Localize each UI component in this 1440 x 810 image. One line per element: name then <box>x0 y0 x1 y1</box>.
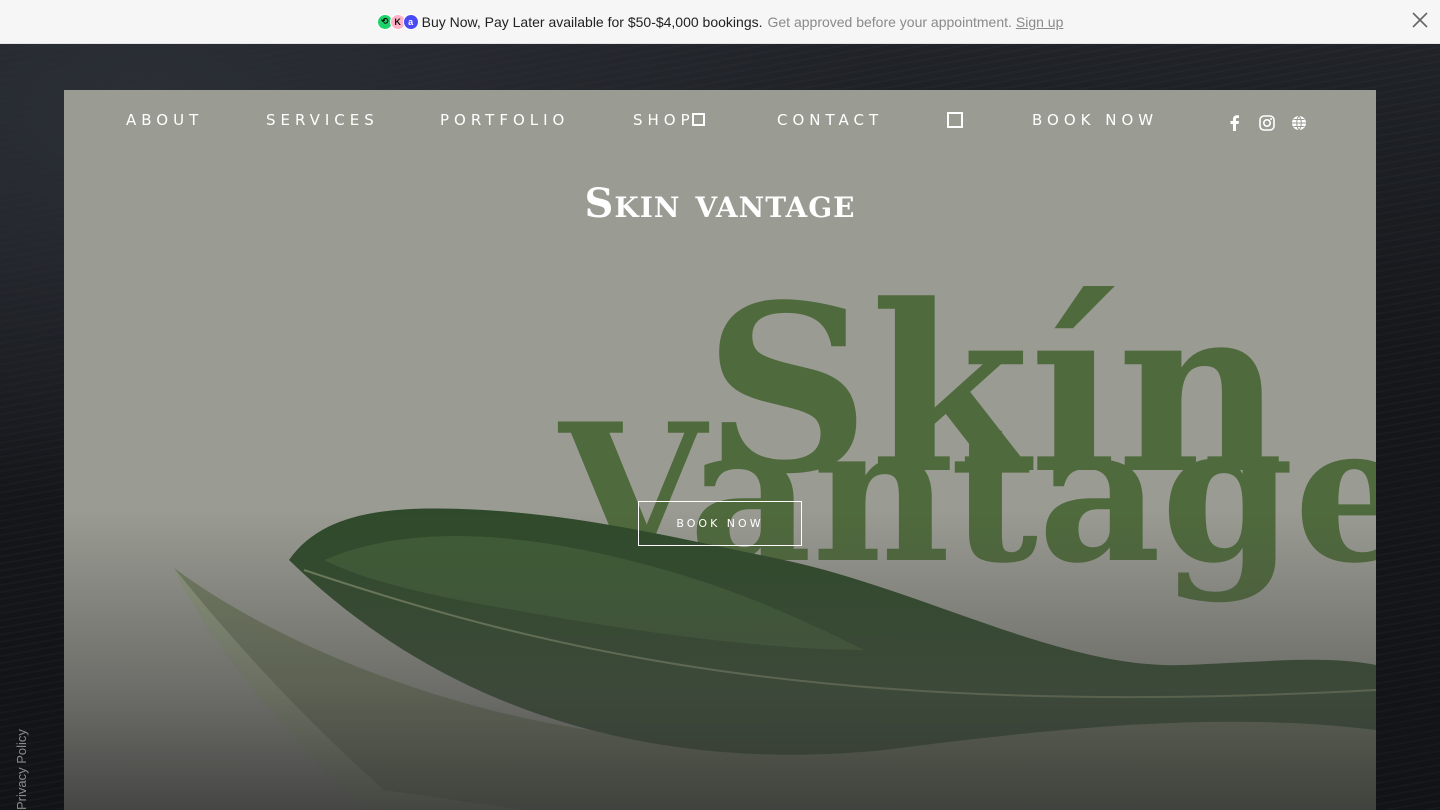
instagram-icon[interactable] <box>1258 114 1276 132</box>
title-rest: kin vantage <box>614 180 856 227</box>
hero-panel: Skín Vantage ABOUT SERVICES PORTFOLIO SH… <box>64 90 1376 810</box>
promo-bar: ⟲ K a Buy Now, Pay Later available for $… <box>0 0 1440 44</box>
hero-shade <box>64 510 1376 810</box>
globe-icon[interactable] <box>1290 114 1308 132</box>
cart-icon[interactable] <box>947 112 963 128</box>
promo-main-text: Buy Now, Pay Later available for $50-$4,… <box>421 13 763 30</box>
nav-contact[interactable]: CONTACT <box>777 111 883 129</box>
nav-portfolio[interactable]: PORTFOLIO <box>440 111 569 129</box>
page-title: Skin vantage <box>64 180 1376 227</box>
nav-shop[interactable]: SHOP <box>633 111 705 129</box>
facebook-icon[interactable] <box>1226 114 1244 132</box>
social-links <box>1226 114 1308 132</box>
nav-services[interactable]: SERVICES <box>266 111 379 129</box>
bnpl-logos: ⟲ K a <box>376 13 419 30</box>
title-initial: S <box>584 180 615 227</box>
sign-up-link[interactable]: Sign up <box>1016 14 1063 30</box>
nav-shop-label: SHOP <box>633 111 695 129</box>
nav-about[interactable]: ABOUT <box>126 111 203 129</box>
main-nav: ABOUT SERVICES PORTFOLIO SHOP CONTACT BO… <box>64 90 1376 150</box>
promo-sub-text: Get approved before your appointment. <box>767 13 1012 30</box>
affirm-logo-icon: a <box>402 13 419 30</box>
nav-book-now[interactable]: BOOK NOW <box>1032 111 1158 129</box>
shop-dropdown-icon <box>691 113 705 126</box>
book-now-button[interactable]: BOOK NOW <box>638 501 802 546</box>
close-icon[interactable] <box>1410 10 1430 30</box>
privacy-policy-link[interactable]: Privacy Policy <box>14 720 34 810</box>
